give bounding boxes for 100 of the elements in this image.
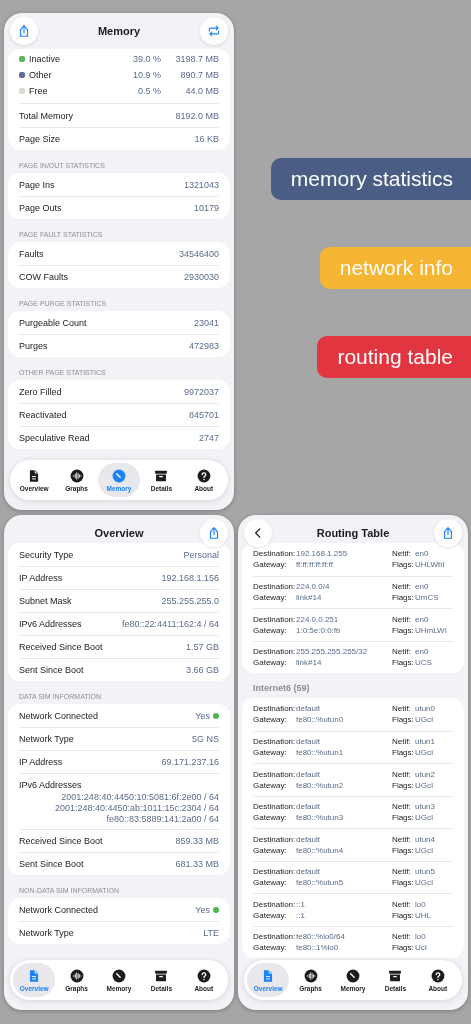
field-value: fe80::%utun4 xyxy=(296,845,345,855)
field-value: UmCS xyxy=(415,593,440,603)
row-label: Network Type xyxy=(19,928,74,938)
row-value: 192.168.1.156 xyxy=(161,573,219,583)
row-value: Yes xyxy=(195,904,210,915)
field-label: Netif: xyxy=(392,899,412,909)
field-label: Netif: xyxy=(392,802,412,812)
field-value: UCS xyxy=(415,658,433,668)
field-value: fe80::%lo0/64 xyxy=(296,932,346,942)
field-value: utun1 xyxy=(415,737,437,747)
field-label: Flags: xyxy=(392,910,415,920)
row-value: 1321043 xyxy=(183,179,219,190)
gauge-icon xyxy=(112,468,126,483)
row-value: 10179 xyxy=(193,203,219,213)
share-button[interactable] xyxy=(434,519,462,547)
field-label: Flags: xyxy=(392,560,415,570)
field-value: UGcI xyxy=(415,715,435,725)
field-value: default xyxy=(296,737,322,747)
field-label: Netif: xyxy=(392,549,412,559)
field-label: Destination: xyxy=(253,647,296,657)
field-value: utun5 xyxy=(415,867,437,877)
row-value: Personal xyxy=(183,549,219,560)
row-label: Speculative Read xyxy=(19,433,90,443)
gauge-icon xyxy=(112,968,126,983)
field-value: en0 xyxy=(415,647,430,657)
screen-title: Memory xyxy=(97,25,141,37)
archive-box-icon xyxy=(388,968,403,983)
row-value: 23041 xyxy=(193,317,219,328)
field-label: Flags: xyxy=(392,593,415,603)
field-value: link#14 xyxy=(296,658,323,668)
archive-box-icon xyxy=(154,968,169,983)
row-value: 16 KB xyxy=(194,134,219,144)
row-label: IPv6 Addresses xyxy=(19,619,82,629)
field-label: Gateway: xyxy=(253,780,288,790)
percent-value: 0.5 % xyxy=(138,86,161,96)
field-value: 192.168.1.255 xyxy=(296,549,349,559)
share-icon xyxy=(441,526,455,540)
field-value: 255.255.255.255/32 xyxy=(296,647,369,657)
percent-value: 39.0 % xyxy=(132,54,161,64)
field-value: UGcI xyxy=(415,878,435,888)
loop-arrows-icon xyxy=(207,24,221,38)
field-label: Gateway: xyxy=(253,658,288,668)
row-label: Received Since Boot xyxy=(19,642,103,652)
help-icon xyxy=(196,968,211,983)
row-label: Page Ins xyxy=(19,179,55,190)
field-label: Gateway: xyxy=(253,910,288,920)
field-value: 1:0:5e:0:0:fb xyxy=(296,625,342,635)
row-label: Network Connected xyxy=(19,710,99,721)
field-label: Flags: xyxy=(392,715,415,725)
field-value: UHmLWI xyxy=(415,625,448,635)
field-label: Flags: xyxy=(392,813,415,823)
field-label: Flags: xyxy=(392,748,415,758)
caption-banner: routing table xyxy=(317,336,471,378)
field-label: Flags: xyxy=(392,845,415,855)
field-value: link#14 xyxy=(296,593,323,603)
refresh-button[interactable] xyxy=(200,17,228,45)
field-value: utun0 xyxy=(415,704,437,714)
field-label: Netif: xyxy=(392,867,412,877)
field-label: Destination: xyxy=(253,549,296,559)
row-label: Other xyxy=(29,70,52,80)
row-label: Security Type xyxy=(19,549,74,560)
row-label: Purges xyxy=(19,341,48,351)
field-value: fe80::%utun0 xyxy=(296,715,345,725)
row-label: Page Outs xyxy=(19,203,62,213)
size-value: 890.7 MB xyxy=(179,70,219,80)
field-value: UHL xyxy=(415,910,432,920)
field-label: Flags: xyxy=(392,625,415,635)
waveform-icon xyxy=(303,968,318,983)
back-button[interactable] xyxy=(244,519,272,547)
field-value: ::1 xyxy=(296,910,306,920)
field-label: Destination: xyxy=(253,867,296,877)
field-label: Netif: xyxy=(392,737,412,747)
row-label: Free xyxy=(29,86,48,96)
field-value: 224.0.0.251 xyxy=(296,614,340,624)
field-value: fe80::%utun1 xyxy=(296,748,345,758)
row-value: 2747 xyxy=(198,433,219,443)
field-value: fe80::1%lo0 xyxy=(296,943,340,953)
field-label: Netif: xyxy=(392,769,412,779)
field-label: Netif: xyxy=(392,614,412,624)
row-value: 2001:248:40:4450:10:5081:6f:2e00 / 64 xyxy=(61,792,219,803)
screen-title: Routing Table xyxy=(316,527,390,539)
field-value: en0 xyxy=(415,582,430,592)
row-value: 2930030 xyxy=(183,272,219,282)
field-value: UHLWbI xyxy=(415,560,446,570)
row-value: 5G NS xyxy=(192,734,219,744)
row-label: Subnet Mask xyxy=(19,596,72,606)
field-label: Destination: xyxy=(253,614,296,624)
size-value: 3198.7 MB xyxy=(174,54,219,64)
field-label: Netif: xyxy=(392,704,412,714)
field-label: Netif: xyxy=(392,647,412,657)
share-button[interactable] xyxy=(200,519,228,547)
caption-banner: memory statistics xyxy=(270,158,471,200)
share-button[interactable] xyxy=(10,17,38,45)
field-value: UcI xyxy=(415,943,428,953)
row-value: fe80::22:4411:162:4 / 64 xyxy=(122,619,219,629)
row-value: 3.66 GB xyxy=(185,665,219,675)
field-value: 224.0.0/4 xyxy=(296,582,331,592)
row-label: Page Size xyxy=(19,134,61,144)
row-value: Yes xyxy=(195,710,210,721)
row-label: Reactivated xyxy=(19,410,67,420)
